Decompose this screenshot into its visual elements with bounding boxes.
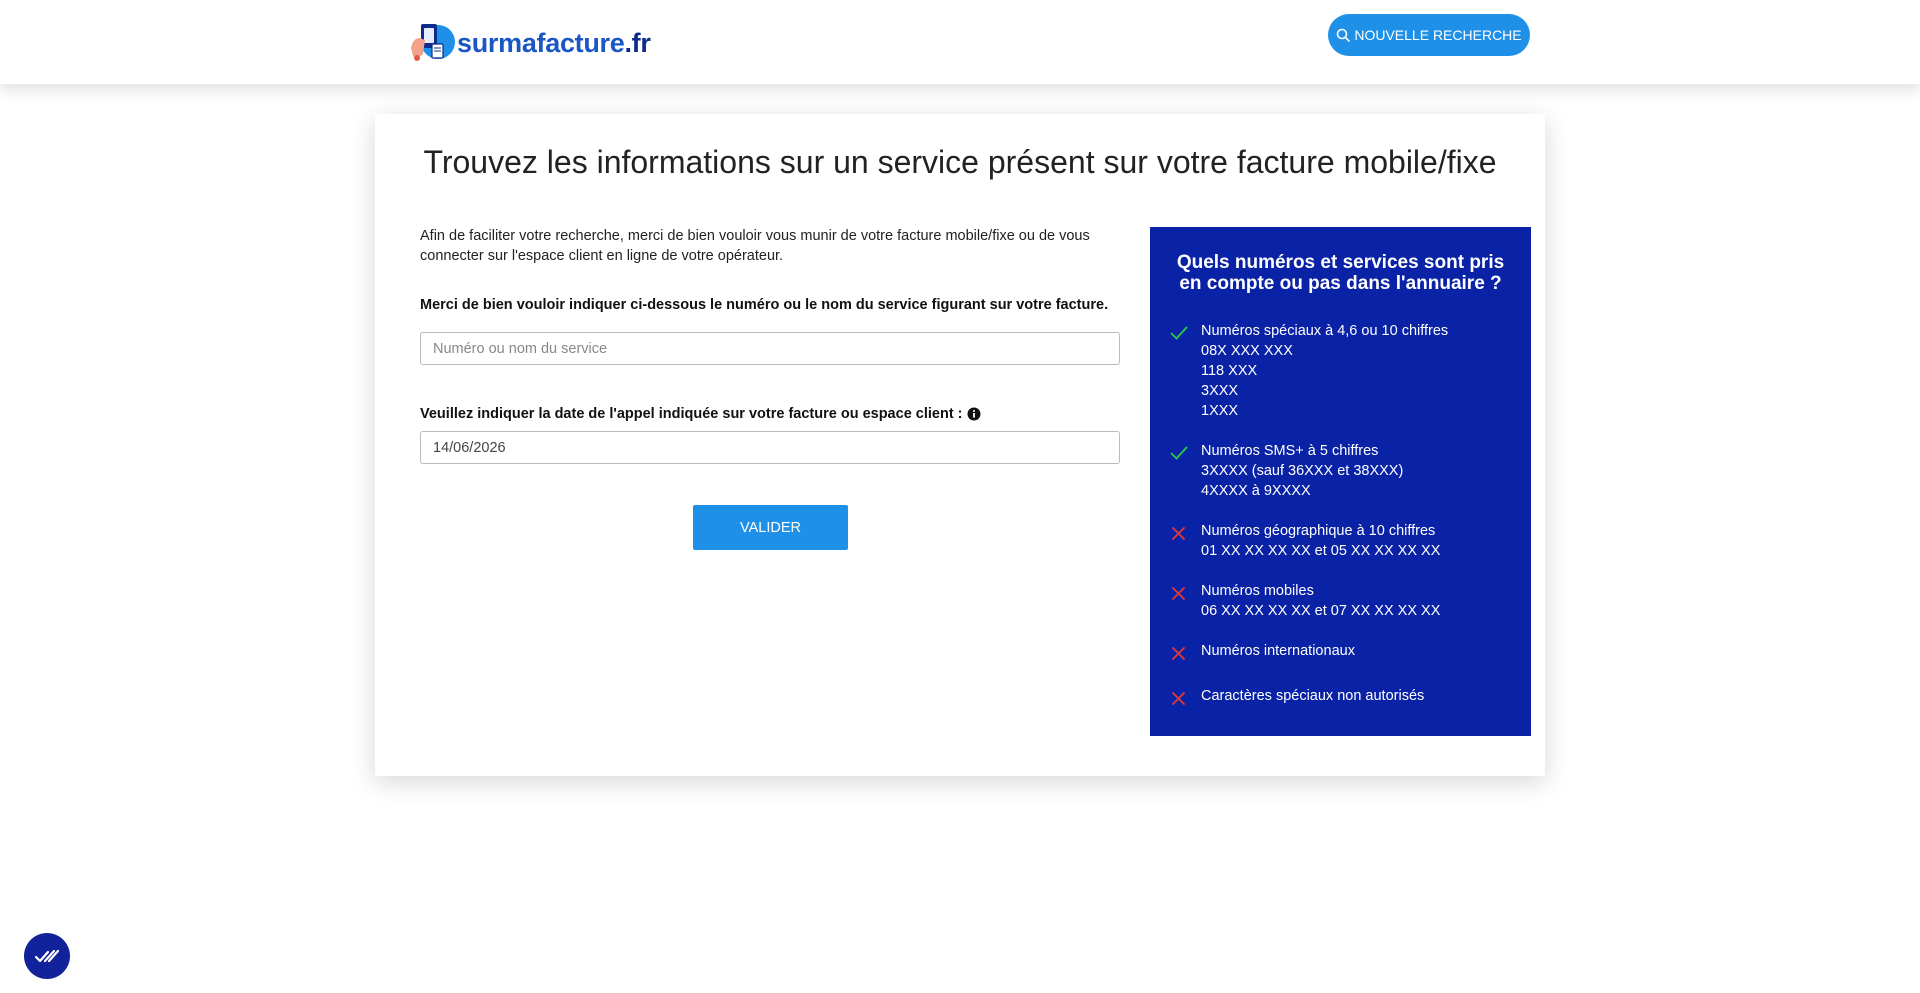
date-label-text: Veuillez indiquer la date de l'appel ind… <box>420 406 963 422</box>
search-icon <box>1337 28 1351 42</box>
page-title: Trouvez les informations sur un service … <box>423 144 1497 180</box>
rule-item: Numéros internationaux <box>1170 641 1520 666</box>
site-logo[interactable]: surmafacture.fr <box>407 20 651 66</box>
search-card: Trouvez les informations sur un service … <box>375 114 1545 776</box>
rule-item: Numéros mobiles 06 XX XX XX XX et 07 XX X… <box>1170 581 1520 621</box>
cookie-consent-button[interactable] <box>24 933 70 979</box>
rule-heading: Numéros mobiles <box>1201 583 1314 599</box>
logo-tld: .fr <box>624 27 651 58</box>
service-search-input[interactable] <box>420 332 1120 365</box>
rules-panel: Quels numéros et services sont pris en c… <box>1150 227 1531 736</box>
check-icon <box>1170 321 1201 421</box>
rule-text: Numéros internationaux <box>1201 641 1355 666</box>
rule-example: 1XXX <box>1201 403 1239 419</box>
rule-example: 08X XXX XXX <box>1201 343 1293 359</box>
service-label-text: Merci de bien vouloir indiquer ci-dessou… <box>420 297 1109 313</box>
logo-text: surmafacture.fr <box>457 28 651 59</box>
new-search-label: NOUVELLE RECHERCHE <box>1354 27 1522 43</box>
date-label: Veuillez indiquer la date de l'appel ind… <box>420 406 981 422</box>
rule-example: 118 XXX <box>1201 363 1258 379</box>
submit-button[interactable]: VALIDER <box>693 505 848 550</box>
cookie-consent-icon <box>34 949 60 963</box>
rule-example: 4XXXX à 9XXXX <box>1201 483 1311 499</box>
intro-text: Afin de faciliter votre recherche, merci… <box>420 228 1090 264</box>
info-icon[interactable] <box>967 407 981 421</box>
service-label: Merci de bien vouloir indiquer ci-dessou… <box>420 297 1108 313</box>
rule-text: Numéros géographique à 10 chiffres 01 XX … <box>1201 521 1440 561</box>
rule-example: 06 XX XX XX XX et 07 XX XX XX XX <box>1201 603 1441 619</box>
rule-text: Caractères spéciaux non autorisés <box>1201 686 1424 711</box>
cross-icon <box>1170 521 1201 561</box>
rule-text: Numéros SMS+ à 5 chiffres 3XXXX (sauf 36X… <box>1201 441 1403 501</box>
rules-panel-title: Quels numéros et services sont pris en c… <box>1176 252 1505 294</box>
rule-heading: Caractères spéciaux non autorisés <box>1201 688 1425 704</box>
rule-text: Numéros mobiles 06 XX XX XX XX et 07 XX X… <box>1201 581 1440 621</box>
logo-invoice-icon <box>407 20 455 66</box>
submit-label: VALIDER <box>740 519 801 536</box>
rules-list: Numéros spéciaux à 4,6 ou 10 chiffres 08X… <box>1170 321 1520 731</box>
rule-item: Numéros SMS+ à 5 chiffres 3XXXX (sauf 36X… <box>1170 441 1520 501</box>
cross-icon <box>1170 686 1201 711</box>
rule-heading: Numéros internationaux <box>1201 643 1355 659</box>
rule-text: Numéros spéciaux à 4,6 ou 10 chiffres 08X… <box>1201 321 1448 421</box>
rule-item: Numéros géographique à 10 chiffres 01 XX … <box>1170 521 1520 561</box>
site-header: surmafacture.fr NOUVELLE RECHERCHE <box>0 0 1920 84</box>
rule-item: Numéros spéciaux à 4,6 ou 10 chiffres 08X… <box>1170 321 1520 421</box>
rule-example: 3XXX <box>1201 383 1239 399</box>
cross-icon <box>1170 581 1201 621</box>
call-date-input[interactable] <box>420 431 1120 464</box>
rule-example: 3XXXX (sauf 36XXX et 38XXX) <box>1201 463 1404 479</box>
rule-heading: Numéros spéciaux à 4,6 ou 10 chiffres <box>1201 323 1449 339</box>
rule-example: 01 XX XX XX XX et 05 XX XX XX XX <box>1201 543 1441 559</box>
new-search-button[interactable]: NOUVELLE RECHERCHE <box>1328 14 1530 56</box>
check-icon <box>1170 441 1201 501</box>
rule-heading: Numéros SMS+ à 5 chiffres <box>1201 443 1379 459</box>
rule-heading: Numéros géographique à 10 chiffres <box>1201 523 1436 539</box>
cross-icon <box>1170 641 1201 666</box>
logo-brand: surmafacture <box>457 27 625 58</box>
rule-item: Caractères spéciaux non autorisés <box>1170 686 1520 711</box>
